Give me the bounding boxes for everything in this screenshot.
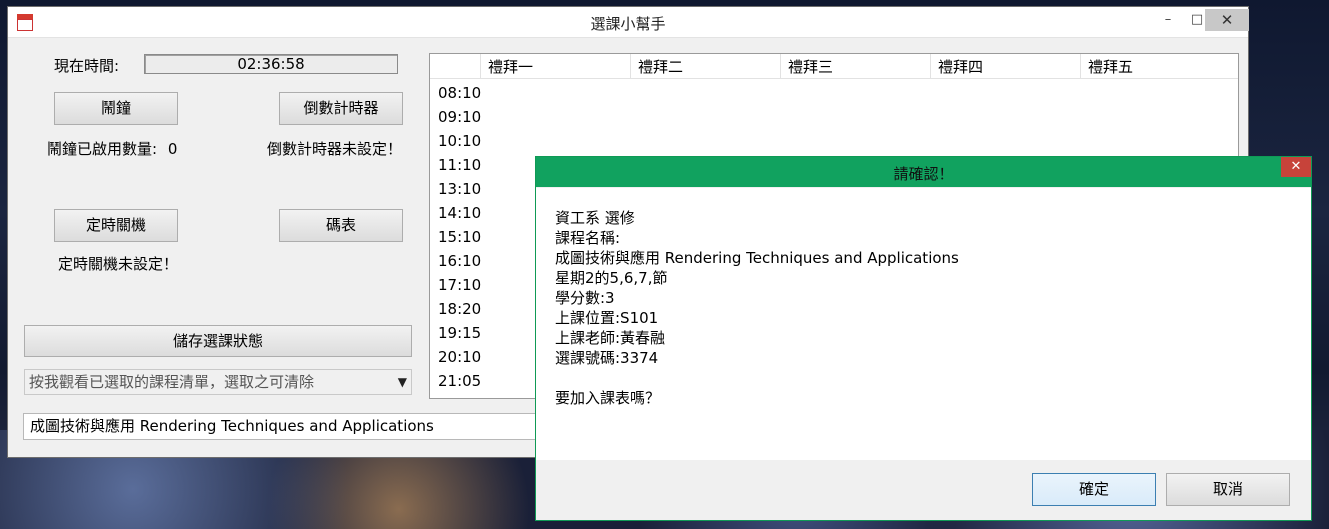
time-slot: 10:10 [438,132,482,150]
timetable-header: 禮拜一 禮拜二 禮拜三 禮拜四 禮拜五 [430,54,1238,79]
alarm-count-label: 鬧鐘已啟用數量: 0 [47,138,177,159]
alarm-button[interactable]: 鬧鐘 [54,92,178,125]
time-slot: 21:05 [438,372,482,390]
window-title: 選課小幫手 [590,15,666,33]
minimize-button[interactable]: – [1153,9,1183,31]
selected-courses-dropdown[interactable]: 按我觀看已選取的課程清單，選取之可清除 ▼ [24,369,412,395]
dialog-schedule: 星期2的5,6,7,節 [555,269,668,287]
dialog-course-code: 選課號碼:3374 [555,349,659,367]
time-slot: 16:10 [438,252,482,270]
time-slot: 08:10 [438,84,482,102]
dialog-title-bar: 請確認！ ✕ [536,157,1311,187]
time-slot: 11:10 [438,156,482,174]
countdown-timer-button[interactable]: 倒數計時器 [279,92,403,125]
title-bar: 選課小幫手 – □ ✕ [8,7,1249,38]
dialog-location: 上課位置:S101 [555,309,659,327]
current-time-display: 02:36:58 [144,54,398,74]
time-slot: 13:10 [438,180,482,198]
stopwatch-button[interactable]: 碼表 [279,209,403,242]
day-header-mon[interactable]: 禮拜一 [480,54,630,78]
chevron-down-icon: ▼ [397,375,407,389]
dialog-teacher: 上課老師:黃春融 [555,329,666,347]
time-slot: 18:20 [438,300,482,318]
day-header-thu[interactable]: 禮拜四 [930,54,1080,78]
close-button[interactable]: ✕ [1205,9,1249,31]
shutdown-timer-button[interactable]: 定時關機 [54,209,178,242]
time-slot: 09:10 [438,108,482,126]
time-slot: 17:10 [438,276,482,294]
confirm-cancel-button[interactable]: 取消 [1166,473,1290,506]
countdown-status: 倒數計時器未設定！ [267,140,403,158]
time-slot: 20:10 [438,348,482,366]
confirm-ok-button[interactable]: 確定 [1032,473,1156,506]
alarm-count-value: 0 [167,140,178,158]
time-slot: 15:10 [438,228,482,246]
selected-courses-text: 按我觀看已選取的課程清單，選取之可清除 [29,373,315,391]
dialog-course-name-label: 課程名稱: [555,229,621,247]
dialog-close-button[interactable]: ✕ [1281,157,1311,177]
time-slot: 14:10 [438,204,482,222]
shutdown-status: 定時關機未設定！ [58,255,179,273]
current-time-label: 現在時間: [54,57,120,75]
day-header-wed[interactable]: 禮拜三 [780,54,930,78]
save-selection-button[interactable]: 儲存選課狀態 [24,325,412,357]
alarm-count-text: 鬧鐘已啟用數量: [47,140,158,158]
dialog-question: 要加入課表嗎？ [555,389,661,407]
time-slot: 19:15 [438,324,482,342]
dialog-credits: 學分數:3 [555,289,615,307]
day-header-tue[interactable]: 禮拜二 [630,54,780,78]
dialog-department: 資工系 選修 [555,209,635,227]
dialog-course-name: 成圖技術與應用 Rendering Techniques and Applica… [555,249,959,267]
confirm-dialog: 請確認！ ✕ 資工系 選修 課程名稱: 成圖技術與應用 Rendering Te… [535,156,1312,521]
course-search-field[interactable]: 成圖技術與應用 Rendering Techniques and Applica… [23,413,623,440]
day-header-fri[interactable]: 禮拜五 [1080,54,1230,78]
dialog-title: 請確認！ [893,165,954,183]
